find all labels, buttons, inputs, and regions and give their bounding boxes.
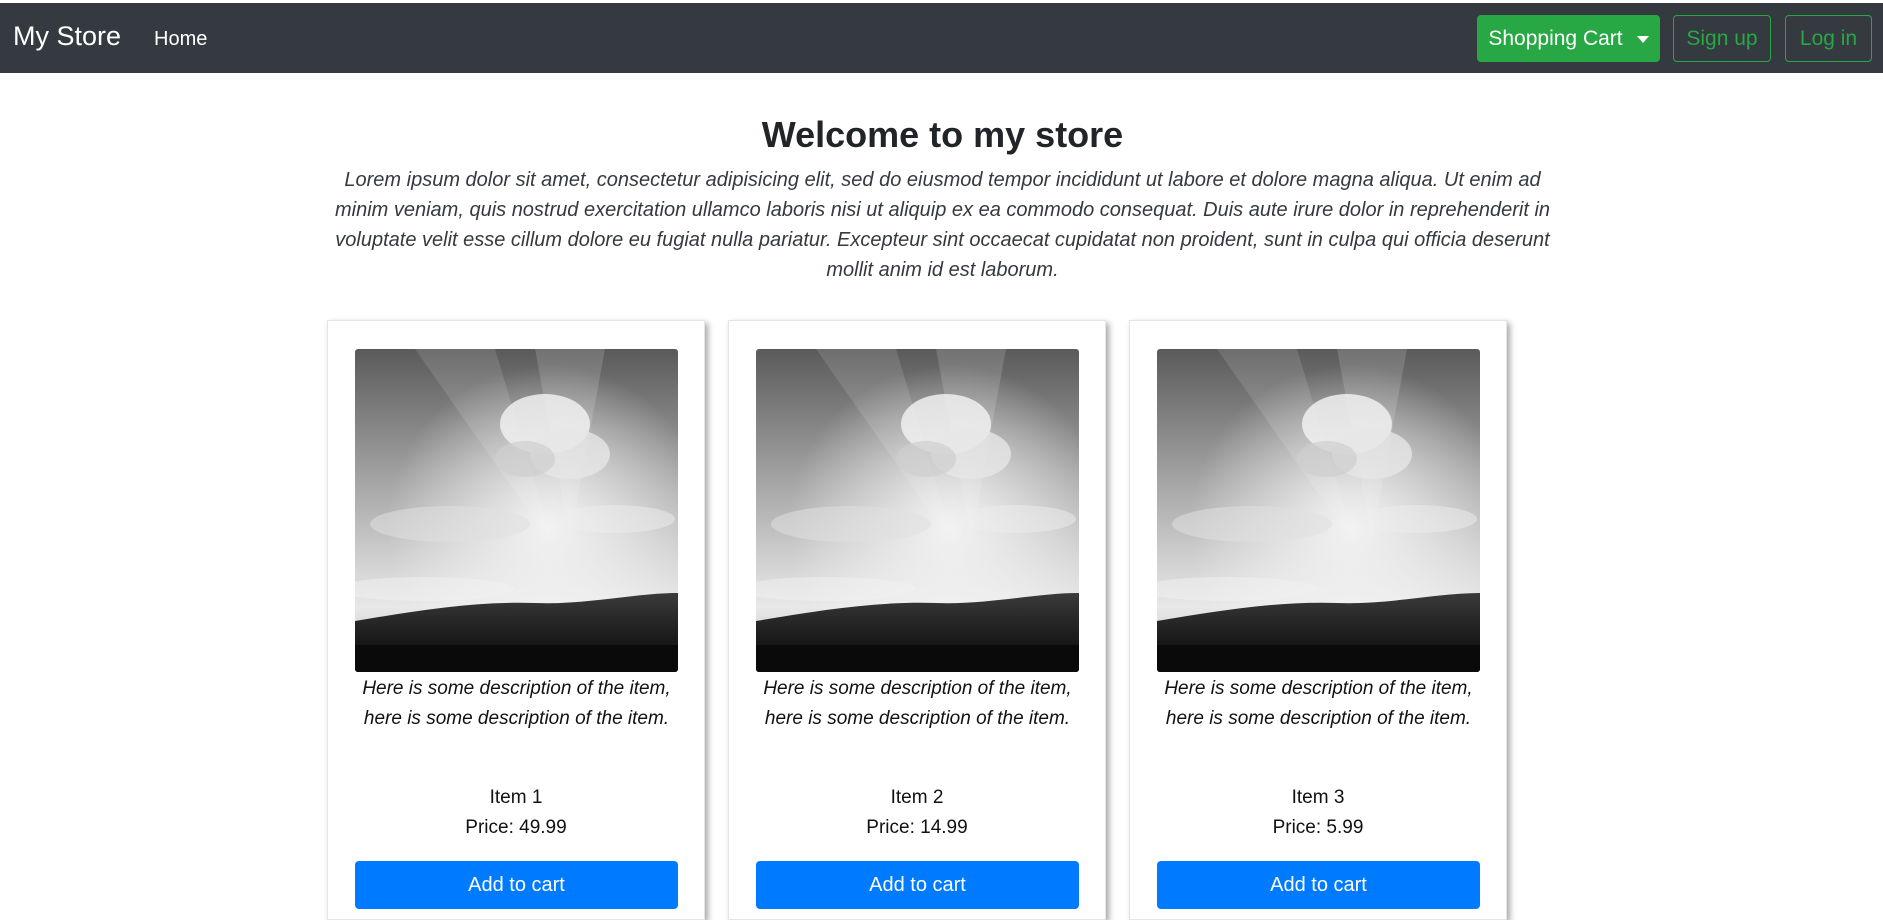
sign-up-button[interactable]: Sign up: [1673, 15, 1771, 62]
caret-down-icon: [1636, 36, 1649, 43]
add-to-cart-label: Add to cart: [869, 873, 966, 896]
add-to-cart-label: Add to cart: [1270, 873, 1367, 896]
hero-description: Lorem ipsum dolor sit amet, consectetur …: [334, 169, 1551, 281]
shopping-cart-label: Shopping Cart: [1488, 26, 1623, 50]
add-to-cart-button[interactable]: Add to cart: [355, 861, 678, 909]
add-to-cart-button[interactable]: Add to cart: [756, 861, 1079, 909]
page-title: Welcome to my store: [761, 114, 1124, 155]
product-image: [355, 349, 678, 672]
product-description: Here is some description of the item, he…: [1164, 678, 1473, 729]
product-card: Here is some description of the item, he…: [1129, 320, 1507, 920]
product-price: Price: 14.99: [866, 817, 968, 838]
nav-link-home[interactable]: Home: [154, 29, 207, 49]
product-name: Item 1: [489, 787, 543, 808]
product-price: Price: 49.99: [465, 817, 567, 838]
product-name: Item 2: [890, 787, 944, 808]
product-card: Here is some description of the item, he…: [327, 320, 705, 920]
log-in-button[interactable]: Log in: [1785, 15, 1872, 62]
add-to-cart-label: Add to cart: [468, 873, 565, 896]
brand-logo[interactable]: My Store: [13, 23, 121, 50]
sign-up-label: Sign up: [1686, 26, 1758, 50]
product-price: Price: 5.99: [1272, 817, 1364, 838]
shopping-cart-dropdown-button[interactable]: Shopping Cart: [1477, 15, 1660, 62]
product-name: Item 3: [1291, 787, 1345, 808]
product-image: [756, 349, 1079, 672]
navbar: My Store Home Shopping Cart Sign up Log …: [0, 3, 1883, 73]
product-image: [1157, 349, 1480, 672]
log-in-label: Log in: [1799, 26, 1858, 50]
product-description: Here is some description of the item, he…: [763, 678, 1072, 729]
product-card: Here is some description of the item, he…: [728, 320, 1106, 920]
add-to-cart-button[interactable]: Add to cart: [1157, 861, 1480, 909]
product-description: Here is some description of the item, he…: [362, 678, 671, 729]
